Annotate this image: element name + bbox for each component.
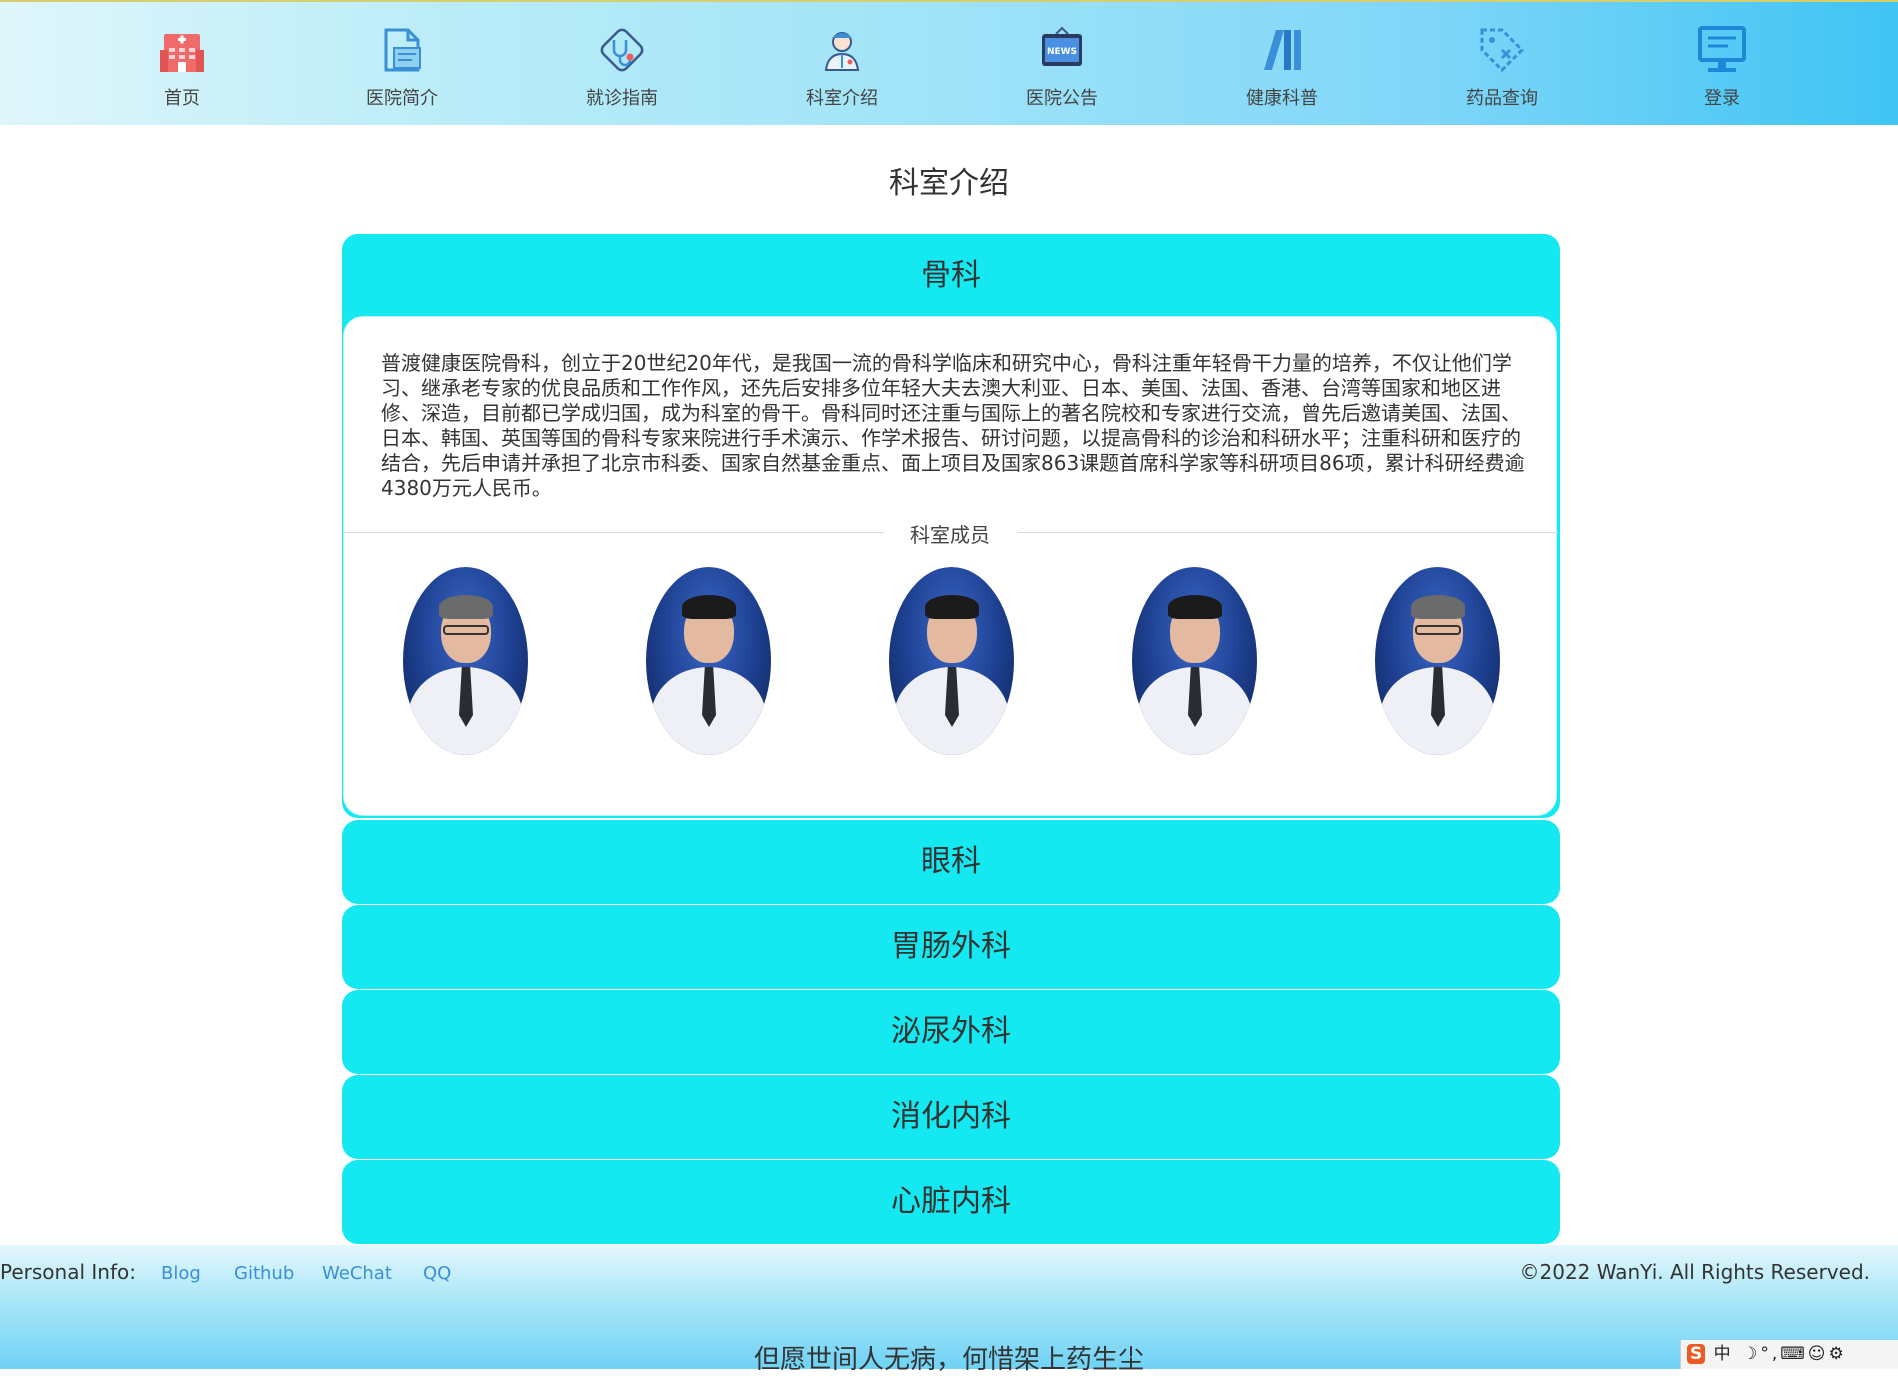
department-panel-urology: 泌尿外科 <box>342 990 1560 1074</box>
nav-item-guide[interactable]: 就诊指南 <box>562 24 682 114</box>
ime-mode-indicator[interactable]: 中 <box>1714 1344 1734 1364</box>
doctor-icon <box>824 32 860 71</box>
copyright-text: ©2022 WanYi. All Rights Reserved. <box>1519 1260 1871 1284</box>
stethoscope-icon <box>600 28 644 72</box>
top-navigation-bar: 首页 医院简介 就诊指南 科室介绍 NEWS 医院公告 健康科普 药品查询 登录 <box>0 0 1898 125</box>
nav-item-home[interactable]: 首页 <box>122 24 242 114</box>
tag-icon <box>1480 28 1525 73</box>
ime-toolbar[interactable]: S 中 ☽°,⌨☺⚙ <box>1680 1340 1898 1369</box>
ime-moon-icon[interactable]: ☽ <box>1742 1344 1760 1364</box>
nav-label-drugs: 药品查询 <box>1466 88 1538 109</box>
department-panel-orthopedics: 骨科 普渡健康医院骨科，创立于20世纪20年代，是我国一流的骨科学临床和研究中心… <box>342 234 1560 818</box>
ime-user-icon[interactable]: ☺ <box>1808 1344 1829 1364</box>
monitor-icon <box>1698 26 1746 72</box>
member-avatar[interactable] <box>646 567 771 755</box>
footer-link-wechat[interactable]: WeChat <box>322 1263 392 1284</box>
department-body-orthopedics: 普渡健康医院骨科，创立于20世纪20年代，是我国一流的骨科学临床和研究中心，骨科… <box>343 316 1558 816</box>
nav-item-departments[interactable]: 科室介绍 <box>782 24 902 114</box>
department-header-urology[interactable]: 泌尿外科 <box>342 990 1560 1074</box>
member-avatar[interactable] <box>1132 567 1257 755</box>
nav-label-login: 登录 <box>1704 88 1740 109</box>
footer-motto: 但愿世间人无病，何惜架上药生尘 <box>753 1345 1144 1375</box>
footer-link-qq[interactable]: QQ <box>423 1263 451 1284</box>
member-avatar[interactable] <box>403 567 528 755</box>
department-intro-text: 普渡健康医院骨科，创立于20世纪20年代，是我国一流的骨科学临床和研究中心，骨科… <box>381 351 1525 500</box>
department-header-ophthalmology[interactable]: 眼科 <box>342 820 1560 904</box>
nav-label-hospital-intro: 医院简介 <box>366 88 438 109</box>
footer: Personal Info: Blog Github WeChat QQ ©20… <box>0 1245 1898 1375</box>
news-text: NEWS <box>1047 47 1077 57</box>
department-header-gastrointestinal-surgery[interactable]: 胃肠外科 <box>342 905 1560 989</box>
hospital-icon <box>160 34 204 72</box>
nav-label-health: 健康科普 <box>1246 88 1318 109</box>
ime-settings-icon[interactable]: ⚙ <box>1829 1344 1847 1364</box>
nav-label-home: 首页 <box>164 88 200 109</box>
nav-item-health[interactable]: 健康科普 <box>1222 24 1342 114</box>
books-icon <box>1264 30 1301 70</box>
department-panel-gastroenterology: 消化内科 <box>342 1075 1560 1159</box>
nav-item-announcements[interactable]: NEWS 医院公告 <box>1002 24 1122 114</box>
footer-link-blog[interactable]: Blog <box>161 1263 201 1284</box>
news-icon: NEWS <box>1042 26 1082 66</box>
department-header-cardiology[interactable]: 心脏内科 <box>342 1160 1560 1244</box>
nav-label-announcements: 医院公告 <box>1026 88 1098 109</box>
page-title: 科室介绍 <box>889 166 1009 201</box>
member-avatar[interactable] <box>889 567 1014 755</box>
members-label: 科室成员 <box>910 523 990 547</box>
nav-label-departments: 科室介绍 <box>806 88 878 109</box>
department-panel-cardiology: 心脏内科 <box>342 1160 1560 1244</box>
footer-link-github[interactable]: Github <box>234 1263 294 1284</box>
ime-logo-icon: S <box>1687 1344 1706 1364</box>
department-panel-gastrointestinal-surgery: 胃肠外科 <box>342 905 1560 989</box>
department-header-gastroenterology[interactable]: 消化内科 <box>342 1075 1560 1159</box>
nav-label-guide: 就诊指南 <box>586 88 658 109</box>
nav-item-hospital-intro[interactable]: 医院简介 <box>342 24 462 114</box>
ime-keyboard-icon[interactable]: ⌨ <box>1780 1344 1808 1364</box>
nav-item-drugs[interactable]: 药品查询 <box>1442 24 1562 114</box>
department-header-orthopedics[interactable]: 骨科 <box>342 234 1560 318</box>
document-icon <box>384 28 421 72</box>
ime-punct-icon[interactable]: °, <box>1760 1344 1780 1364</box>
department-panel-ophthalmology: 眼科 <box>342 820 1560 904</box>
member-avatar[interactable] <box>1375 567 1500 755</box>
nav-item-login[interactable]: 登录 <box>1662 24 1782 114</box>
personal-info-label: Personal Info: <box>0 1260 136 1284</box>
